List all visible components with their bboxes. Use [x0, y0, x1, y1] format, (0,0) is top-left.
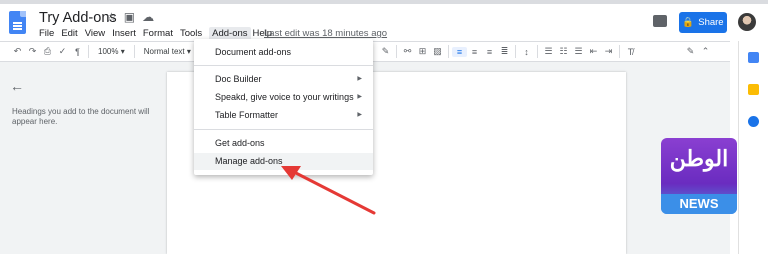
- google-docs-window: Try Add-ons ☆ ▣ ☁ File Edit View Insert …: [0, 0, 768, 254]
- watermark-arabic: الوطن: [669, 146, 729, 171]
- annotation-arrow-shaft: [290, 169, 376, 215]
- watermark-news: NEWS: [661, 194, 737, 214]
- annotation-arrow: [281, 166, 376, 215]
- news-watermark: الوطن NEWS: [661, 138, 737, 214]
